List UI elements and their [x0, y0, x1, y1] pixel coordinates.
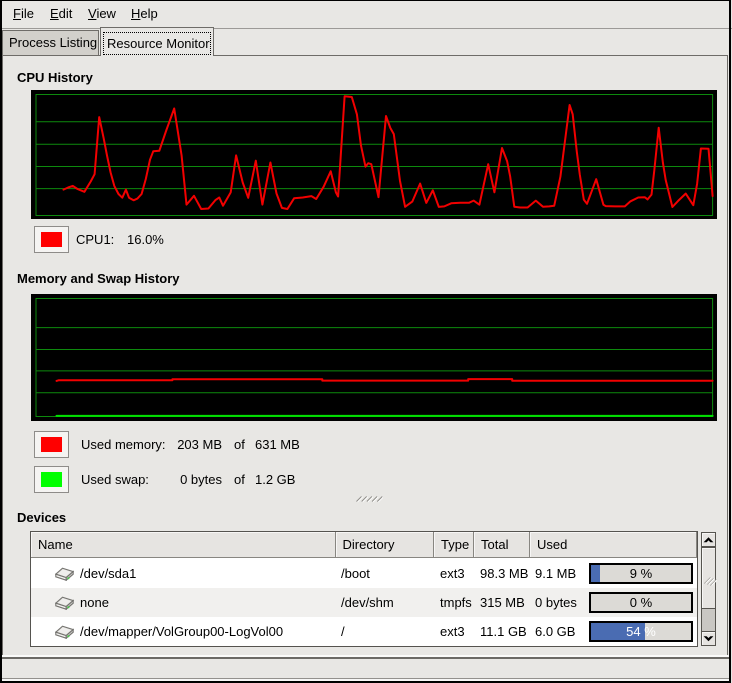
page-bottom-shadow: [2, 657, 729, 659]
scrollbar-track[interactable]: [701, 609, 716, 631]
cell-total: 98.3 MB: [480, 559, 528, 588]
legend-of: of: [234, 431, 245, 458]
cell-name: /dev/mapper/VolGroup00-LogVol00: [80, 617, 283, 646]
usage-percent-label: 9 %: [591, 565, 691, 582]
paned-resize-grip[interactable]: [355, 495, 383, 503]
cpu1-legend-value: 16.0%: [127, 226, 164, 253]
scrollbar-up-button[interactable]: [701, 532, 716, 547]
menu-view[interactable]: View: [83, 1, 121, 27]
cell-directory: /: [341, 617, 345, 646]
device-row-3[interactable]: /dev/mapper/VolGroup00-LogVol00 / ext3 11.1…: [31, 617, 697, 646]
cell-type: ext3: [440, 559, 465, 588]
cell-directory: /dev/shm: [341, 588, 394, 617]
usage-percent-label: 54 %: [591, 623, 691, 640]
column-header-name[interactable]: Name: [31, 532, 336, 558]
menu-edit[interactable]: Edit: [45, 1, 77, 27]
cell-used: 9.1 MB: [535, 559, 576, 588]
cell-name: /dev/sda1: [80, 559, 136, 588]
tab-process-listing-label: Process Listing: [9, 35, 97, 50]
thumb-grip-icon: [702, 570, 717, 586]
legend-value: 203 MB: [140, 431, 222, 458]
disk-icon: [55, 567, 74, 581]
usage-progress-bar: 9 %: [589, 563, 693, 584]
swap-legend-swatch: [34, 466, 69, 493]
device-row-1[interactable]: /dev/sda1/boot ext3 98.3 MB9.1 MB 9 %: [31, 559, 697, 588]
legend-total: 1.2 GB: [255, 466, 295, 493]
arrow-up-icon: [702, 533, 715, 546]
legend-label: Used swap:: [81, 466, 149, 493]
cell-name: none: [80, 588, 109, 617]
menu-file[interactable]: File: [8, 1, 39, 27]
memory-history-title: Memory and Swap History: [17, 271, 180, 286]
cpu-history-plot: [31, 90, 717, 219]
legend-total: 631 MB: [255, 431, 300, 458]
scrollbar-thumb[interactable]: [701, 547, 716, 609]
cell-type: tmpfs: [440, 588, 472, 617]
column-header-directory[interactable]: Directory: [336, 532, 435, 558]
cell-directory: /boot: [341, 559, 370, 588]
arrow-down-icon: [702, 632, 715, 645]
memory-legend-swatch: [34, 431, 69, 458]
memory-swap-chart: [31, 294, 717, 421]
legend-value: 0 bytes: [140, 466, 222, 493]
devices-title: Devices: [17, 510, 66, 525]
cell-used: 0 bytes: [535, 588, 577, 617]
cpu-history-title: CPU History: [17, 70, 93, 85]
column-header-total[interactable]: Total: [474, 532, 530, 558]
legend-of: of: [234, 466, 245, 493]
devices-table: NameDirectoryTypeTotalUsed /dev/sda1/boo…: [30, 531, 698, 647]
swatch-color-fill: [41, 232, 62, 247]
swatch-color-fill: [41, 437, 62, 452]
devices-table-header: NameDirectoryTypeTotalUsed: [31, 532, 697, 558]
devices-scrollbar[interactable]: [701, 532, 716, 646]
cpu-history-chart: [31, 90, 717, 219]
statusbar: [2, 659, 731, 678]
disk-icon: [55, 596, 74, 610]
usage-progress-bar: 54 %: [589, 621, 693, 642]
scrollbar-down-button[interactable]: [701, 631, 716, 646]
column-header-type[interactable]: Type: [434, 532, 474, 558]
tab-resource-monitor-label: Resource Monitor: [103, 32, 211, 55]
memory-swap-plot: [31, 294, 717, 421]
column-header-used[interactable]: Used: [530, 532, 697, 558]
cell-used: 6.0 GB: [535, 617, 575, 646]
menubar: FileEditViewHelp: [0, 0, 732, 29]
system-monitor-window: FileEditViewHelp Process Listing Resourc…: [0, 0, 732, 683]
statusbar-bottom-highlight: [2, 679, 731, 681]
cell-total: 11.1 GB: [480, 617, 527, 646]
swatch-color-fill: [41, 472, 62, 487]
cpu1-legend-label: CPU1:: [76, 226, 114, 253]
cpu1-legend-swatch: [34, 226, 69, 253]
usage-progress-bar: 0 %: [589, 592, 693, 613]
tab-process-listing[interactable]: Process Listing: [2, 30, 99, 55]
cell-type: ext3: [440, 617, 465, 646]
device-row-2[interactable]: none/dev/shm tmpfs 315 MB 0 bytes 0 %: [31, 588, 697, 617]
tab-resource-monitor[interactable]: Resource Monitor: [100, 27, 214, 56]
cell-total: 315 MB: [480, 588, 525, 617]
disk-icon: [55, 625, 74, 639]
usage-percent-label: 0 %: [591, 594, 691, 611]
menu-help[interactable]: Help: [126, 1, 163, 27]
